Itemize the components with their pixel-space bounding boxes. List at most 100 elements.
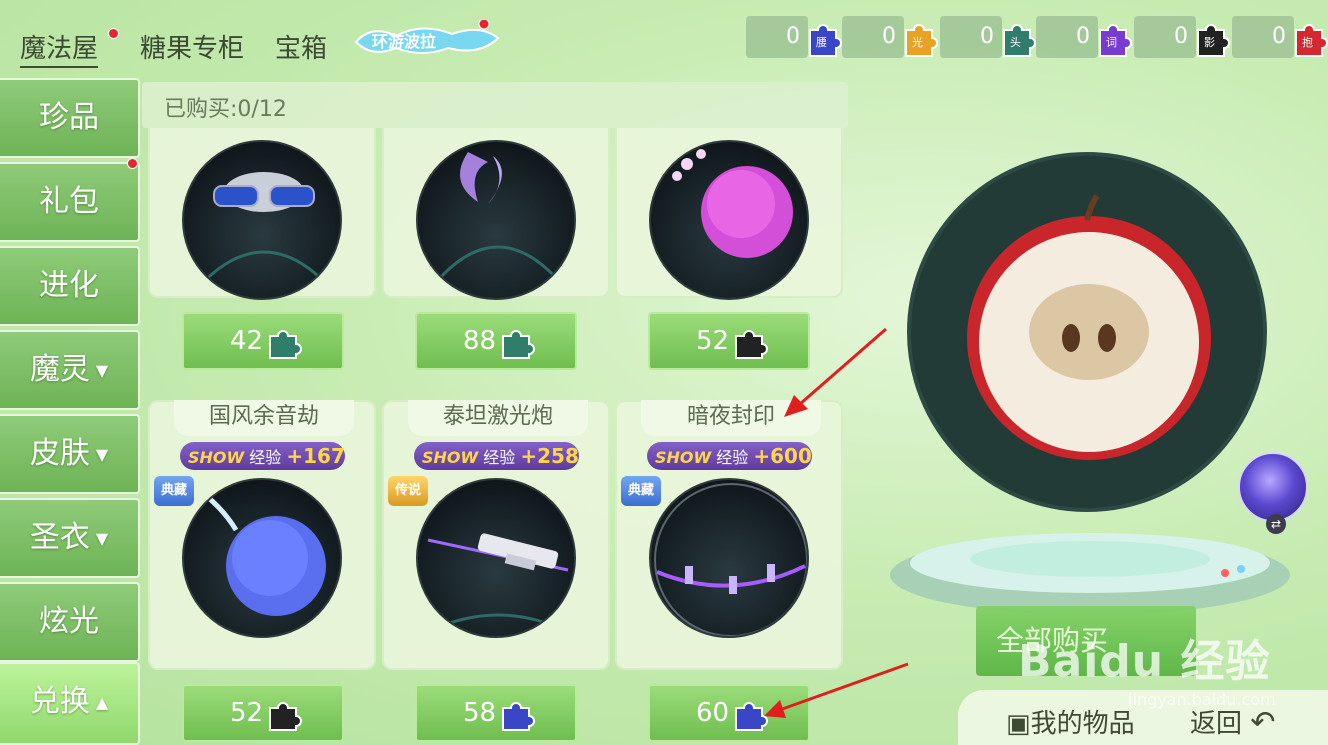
item-preview-orb [649, 478, 809, 638]
pink-orb-icon [672, 149, 793, 258]
preview-variant-orb[interactable] [1238, 452, 1308, 522]
buy-button[interactable]: 58 [415, 684, 577, 742]
sidebar-item-glow[interactable]: 炫光 [0, 582, 140, 662]
tou-piece-icon [269, 330, 302, 359]
apple-icon [967, 194, 1211, 460]
sidebar-item-label: 圣衣 [29, 520, 90, 555]
buy-button[interactable]: 42 [182, 312, 344, 370]
rarity-badge: 传说 [388, 476, 428, 506]
currency-value: 0 [882, 24, 896, 49]
sidebar-item-gift-packs[interactable]: 礼包 [0, 158, 140, 242]
show-label: SHOW [188, 448, 245, 467]
item-preview-orb [182, 478, 342, 638]
exp-label: 经验 [716, 448, 749, 467]
svg-text:词: 词 [1106, 36, 1117, 49]
laser-cannon-icon [427, 533, 569, 632]
back-button[interactable]: 返回 ↶ [1190, 703, 1275, 740]
sidebar-item-holy-armor[interactable]: 圣衣 ▼ [0, 498, 140, 578]
sidebar-item-label: 炫光 [39, 604, 99, 639]
my-items-button[interactable]: ▣我的物品 [1006, 703, 1135, 740]
sidebar-item-exchange[interactable]: 兑换 ▲ [0, 662, 140, 745]
price-value: 52 [696, 326, 730, 356]
show-exp-badge: SHOW 经验 +258 [414, 442, 579, 470]
currency-tou: 0 头 [940, 16, 1036, 58]
item-preview-orb [416, 140, 576, 300]
sidebar-item-magic-spirits[interactable]: 魔灵 ▼ [0, 330, 140, 410]
svg-text:抱: 抱 [1302, 35, 1313, 49]
item-card[interactable]: 泰坦激光炮 SHOW 经验 +258 传说 [382, 400, 610, 670]
sidebar-item-label: 魔灵 [29, 352, 90, 387]
price-value: 60 [696, 698, 730, 728]
item-grid[interactable]: 42 88 52 国风余音劫 SHOW 经验 +167 典藏 泰坦激光炮 SHO… [142, 128, 848, 745]
svg-text:影: 影 [1204, 36, 1215, 49]
blue-orb-icon [202, 492, 326, 616]
buy-button[interactable]: 88 [415, 312, 577, 370]
item-preview-orb [182, 140, 342, 300]
svg-text:头: 头 [1010, 36, 1021, 49]
notification-dot [127, 158, 138, 169]
return-arrow-icon: ↶ [1250, 705, 1276, 740]
annotation-arrow-icon [784, 327, 887, 417]
tou-piece-icon: 头 [1003, 24, 1036, 57]
exp-value: +258 [520, 444, 579, 468]
tou-piece-icon [502, 330, 535, 359]
sidebar-item-evolution[interactable]: 进化 [0, 246, 140, 326]
item-card[interactable]: 暗夜封印 SHOW 经验 +600 典藏 [615, 400, 843, 670]
item-preview-panel [907, 152, 1267, 512]
tab-magic-house[interactable]: 魔法屋 [20, 28, 99, 68]
exp-label: 经验 [483, 448, 516, 467]
item-name: 国风余音劫 [174, 400, 354, 436]
item-card[interactable] [615, 128, 843, 300]
item-card[interactable] [382, 128, 610, 300]
exp-label: 经验 [249, 448, 282, 467]
price-value: 88 [463, 326, 497, 356]
expand-arrow-icon: ▼ [95, 528, 109, 548]
tab-treasure-chest[interactable]: 宝箱 [275, 28, 327, 65]
guang-piece-icon: 光 [905, 24, 938, 57]
exp-value: +600 [753, 444, 812, 468]
butterfly-icon [426, 152, 570, 293]
goggles-icon [192, 172, 336, 293]
show-label: SHOW [422, 448, 479, 467]
svg-text:环游波拉: 环游波拉 [372, 32, 436, 51]
item-preview-orb [649, 140, 809, 300]
annotation-arrow-icon [764, 662, 909, 718]
top-bar: 魔法屋 糖果专柜 宝箱 环游波拉 0 腰 0 光 0 头 0 词 0 影 0 抱 [0, 0, 1328, 80]
purchased-count-bar: 已购买:0/12 [142, 82, 848, 128]
price-value: 52 [230, 698, 264, 728]
notification-dot [108, 28, 119, 39]
back-label: 返回 [1190, 709, 1243, 739]
sidebar-item-label: 兑换 [29, 684, 90, 719]
show-label: SHOW [655, 448, 712, 467]
my-items-label: 我的物品 [1030, 709, 1135, 739]
show-exp-badge: SHOW 经验 +600 [647, 442, 812, 470]
ying-piece-icon [735, 330, 768, 359]
currency-yao: 0 腰 [746, 16, 842, 58]
currency-value: 0 [1076, 24, 1090, 49]
item-card[interactable] [148, 128, 376, 300]
item-card[interactable]: 国风余音劫 SHOW 经验 +167 典藏 [148, 400, 376, 670]
bag-icon: ▣ [1006, 709, 1031, 739]
exp-value: +167 [286, 444, 345, 468]
buy-button[interactable]: 52 [182, 684, 344, 742]
show-exp-badge: SHOW 经验 +167 [180, 442, 345, 470]
expand-arrow-icon: ▼ [95, 444, 109, 464]
sidebar-item-skins[interactable]: 皮肤 ▼ [0, 414, 140, 494]
price-value: 42 [230, 326, 264, 356]
tab-candy-counter[interactable]: 糖果专柜 [140, 28, 244, 65]
currency-value: 0 [980, 24, 994, 49]
svg-text:腰: 腰 [816, 36, 827, 49]
sidebar-item-label: 珍品 [39, 100, 99, 135]
currency-value: 0 [1174, 24, 1188, 49]
sidebar-item-label: 进化 [39, 268, 99, 303]
currency-ci: 0 词 [1036, 16, 1132, 58]
sidebar-item-label: 礼包 [39, 184, 99, 219]
rarity-badge: 典藏 [154, 476, 194, 506]
sidebar-item-treasures[interactable]: 珍品 [0, 78, 140, 158]
price-value: 58 [463, 698, 497, 728]
svg-text:光: 光 [912, 35, 923, 49]
yao-piece-icon [502, 702, 535, 731]
item-name: 泰坦激光炮 [408, 400, 588, 436]
game-logo: 环游波拉 [354, 20, 500, 54]
currency-value: 0 [786, 24, 800, 49]
